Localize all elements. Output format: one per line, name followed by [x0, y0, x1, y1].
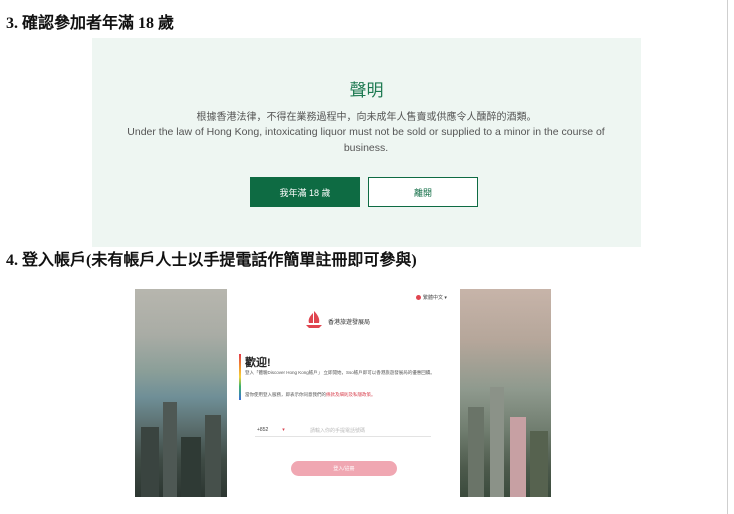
chevron-down-icon: ▾ [282, 427, 285, 433]
building-shape [530, 431, 548, 497]
terms-text: 當你使用登入服務，即表示你同意我們的條款及細則及私隱政策。 [245, 391, 435, 398]
welcome-text: 登入「體驗Discover Hong Kong帳戶」 立即開始，Sso帳戶即可以… [245, 370, 435, 375]
leave-button[interactable]: 離開 [368, 177, 478, 207]
org-name: 香港旅遊發展局 [328, 320, 371, 326]
chevron-down-icon: ▾ [444, 295, 447, 301]
phone-input[interactable]: 請輸入你的手提電話號碼 [310, 427, 365, 434]
building-shape [141, 427, 159, 497]
language-selector[interactable]: 繁體中文 ▾ [416, 294, 447, 301]
rainbow-accent-bar [239, 354, 241, 400]
building-shape [490, 387, 504, 497]
terms-link[interactable]: 條款及細則及私隱政策。 [326, 392, 376, 397]
building-shape [181, 437, 201, 497]
building-shape [205, 415, 221, 497]
city-photo-left [135, 289, 227, 497]
disclaimer-text-en: Under the law of Hong Kong, intoxicating… [127, 126, 605, 154]
login-screen: 繁體中文 ▾ 香港旅遊發展局 歡迎! 登入「體驗Discover Hong Ko… [135, 289, 551, 497]
disclaimer-text-zh: 根據香港法律，不得在業務過程中，向未成年人售賣或供應令人醺醉的酒類。 [196, 112, 537, 123]
country-code-value: +852 [257, 427, 269, 433]
input-underline [255, 436, 431, 437]
language-label: 繁體中文 [423, 295, 444, 301]
section-heading-age-check: 3. 確認參加者年滿 18 歲 [6, 15, 175, 32]
terms-prefix: 當你使用登入服務，即表示你同意我們的 [245, 392, 326, 397]
page-right-border [727, 0, 728, 514]
disclaimer-title: 聲明 [349, 81, 384, 100]
login-register-button[interactable]: 登入/註冊 [291, 461, 397, 476]
globe-icon [416, 295, 421, 301]
junk-boat-logo-icon [306, 311, 322, 328]
building-shape [163, 402, 177, 497]
country-code-select[interactable]: +852 ▾ [257, 427, 285, 433]
age-disclaimer-panel: 聲明 根據香港法律，不得在業務過程中，向未成年人售賣或供應令人醺醉的酒類。 Un… [92, 38, 641, 247]
building-shape [510, 417, 526, 497]
welcome-title: 歡迎! [245, 357, 271, 369]
city-photo-right [460, 289, 551, 497]
building-shape [468, 407, 484, 497]
section-heading-login: 4. 登入帳戶(未有帳戶人士以手提電話作簡單註冊即可參與) [6, 252, 417, 269]
confirm-age-button[interactable]: 我年滿 18 歲 [250, 177, 360, 207]
